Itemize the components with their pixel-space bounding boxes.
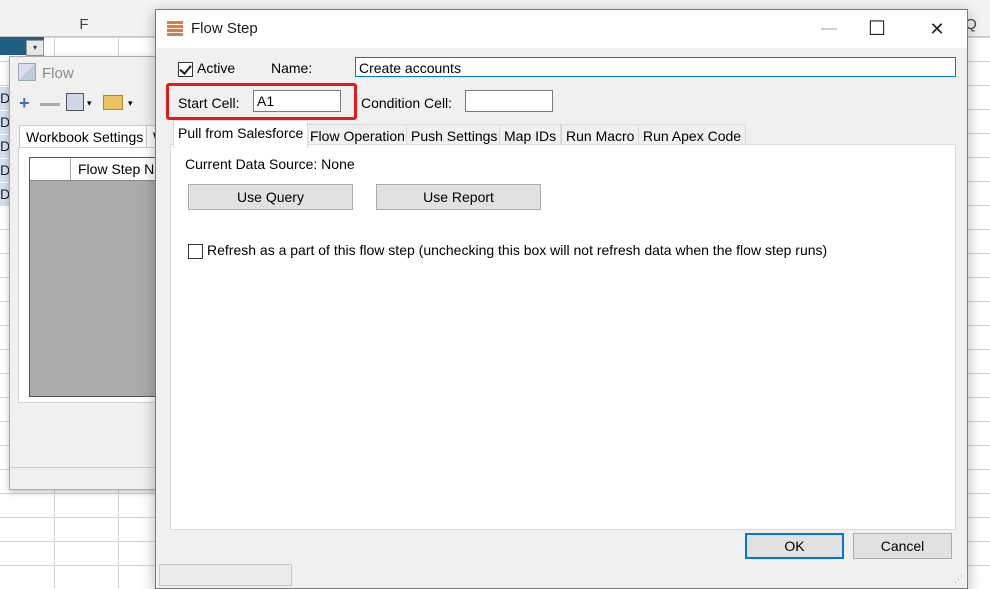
close-icon[interactable]: ✕	[914, 10, 960, 48]
row-cell[interactable]: D	[0, 183, 10, 206]
minus-icon[interactable]	[40, 103, 60, 106]
flow-title-text: Flow	[42, 65, 74, 82]
flow-grid-header: Flow Step Na	[30, 158, 164, 181]
row-cell[interactable]: D	[0, 159, 10, 182]
filter-dropdown-icon[interactable]: ▾	[26, 40, 44, 56]
tab-pull-from-salesforce[interactable]: Pull from Salesforce	[173, 120, 309, 148]
column-header-flow-step-name[interactable]: Flow Step Na	[78, 158, 162, 180]
checkmark-icon	[179, 62, 192, 75]
start-cell-input[interactable]: A1	[253, 90, 341, 112]
row-cell[interactable]: D	[0, 111, 10, 134]
flow-step-dialog: Flow Step — ☐ ✕ Active Name: Create acco…	[155, 9, 968, 589]
name-input[interactable]: Create accounts	[355, 57, 956, 77]
save-dropdown-icon[interactable]: ▾	[87, 93, 92, 113]
dialog-status-bar	[159, 564, 292, 586]
start-cell-label: Start Cell:	[178, 95, 240, 111]
save-icon[interactable]	[66, 93, 84, 111]
flow-window: Flow + ▾ ▾ Workbook Settings W Flow Step…	[9, 56, 174, 490]
active-label: Active	[197, 60, 236, 76]
row-cell[interactable]: D	[0, 87, 10, 110]
resize-grip-icon[interactable]: ⋰	[954, 574, 964, 584]
row-cell[interactable]: D	[0, 135, 10, 158]
plus-icon[interactable]: +	[19, 93, 30, 113]
use-report-button[interactable]: Use Report	[376, 184, 541, 210]
flow-window-title: Flow	[18, 63, 74, 82]
name-label: Name:	[271, 60, 313, 76]
use-query-button[interactable]: Use Query	[188, 184, 353, 210]
dialog-titlebar: Flow Step — ☐ ✕	[156, 10, 967, 48]
condition-cell-input[interactable]	[465, 90, 553, 112]
active-checkbox[interactable]	[178, 62, 193, 77]
row-header-corner	[30, 158, 71, 180]
flow-step-app-icon	[167, 21, 183, 37]
current-data-source-text: Current Data Source: None	[185, 156, 355, 172]
ok-button[interactable]: OK	[745, 533, 844, 559]
maximize-icon[interactable]: ☐	[854, 10, 900, 48]
dialog-title: Flow Step	[191, 20, 258, 37]
minimize-icon[interactable]: —	[806, 10, 852, 48]
flow-steps-grid[interactable]: Flow Step Na	[29, 157, 165, 397]
column-header-f[interactable]: F	[52, 0, 116, 36]
refresh-label: Refresh as a part of this flow step (unc…	[207, 242, 828, 258]
flow-app-icon	[18, 63, 36, 81]
cancel-button[interactable]: Cancel	[853, 533, 952, 559]
open-folder-icon[interactable]	[103, 95, 123, 110]
flow-status-bar	[10, 467, 162, 490]
flow-pane: Flow Step Na	[18, 147, 165, 403]
open-dropdown-icon[interactable]: ▾	[128, 93, 133, 113]
tab-workbook-settings[interactable]: Workbook Settings	[19, 125, 151, 148]
refresh-checkbox[interactable]	[188, 244, 203, 259]
pull-from-salesforce-panel: Current Data Source: None Use Query Use …	[170, 144, 956, 530]
condition-cell-label: Condition Cell:	[361, 95, 453, 111]
